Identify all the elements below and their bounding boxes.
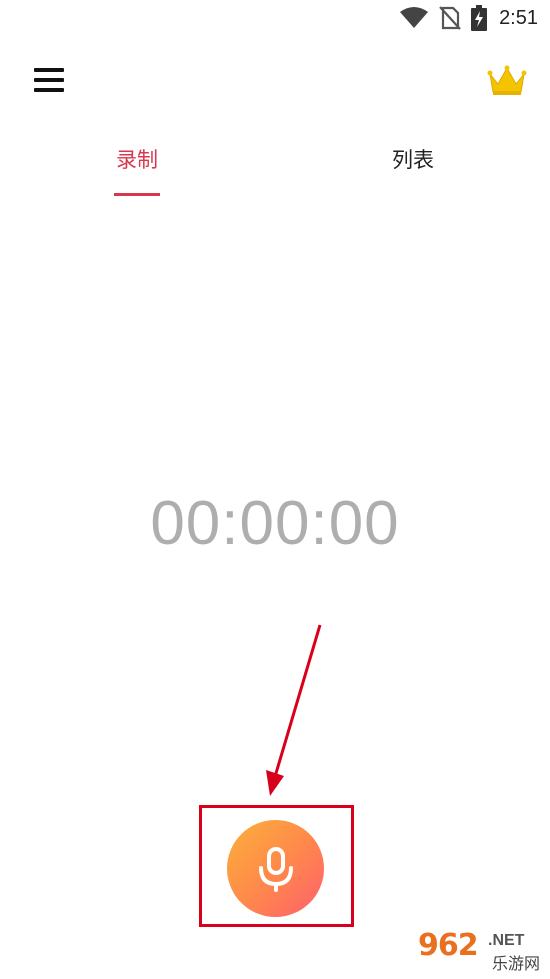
no-sim-icon [439, 6, 461, 30]
crown-icon [487, 65, 527, 95]
watermark-logo: 962 .NET 乐游网 [418, 928, 543, 974]
watermark-suffix: .NET [488, 932, 525, 949]
tab-record[interactable]: 录制 [67, 140, 207, 196]
tab-record-label: 录制 [116, 148, 158, 172]
premium-button[interactable] [487, 64, 527, 98]
status-time: 2:51 [499, 6, 538, 29]
watermark-main: 962 [418, 928, 479, 963]
watermark-sub: 乐游网 [492, 954, 541, 973]
battery-charging-icon [471, 5, 488, 31]
hamburger-menu-icon [34, 68, 64, 72]
wifi-icon [400, 7, 429, 28]
recording-timer: 00:00:00 [150, 489, 400, 558]
menu-button[interactable] [30, 64, 68, 98]
record-button[interactable] [227, 820, 324, 917]
tab-list-label: 列表 [392, 148, 434, 172]
microphone-icon [258, 846, 293, 892]
active-tab-indicator [114, 193, 160, 196]
status-bar: 2:51 [0, 0, 550, 36]
tab-list[interactable]: 列表 [343, 140, 483, 190]
